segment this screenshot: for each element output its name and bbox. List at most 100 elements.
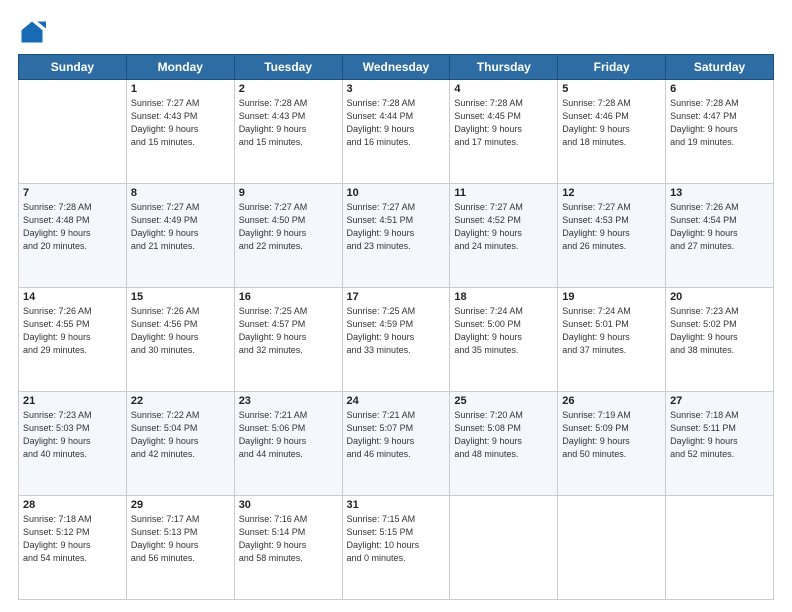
day-number: 20 <box>670 291 769 303</box>
week-row-3: 14 Sunrise: 7:26 AM Sunset: 4:55 PM Dayli… <box>19 288 774 392</box>
day-number: 23 <box>239 395 338 407</box>
day-number: 8 <box>131 187 230 199</box>
day-number: 10 <box>347 187 446 199</box>
day-number: 31 <box>347 499 446 511</box>
day-info: Sunrise: 7:28 AM Sunset: 4:48 PM Dayligh… <box>23 201 122 253</box>
day-info: Sunrise: 7:28 AM Sunset: 4:43 PM Dayligh… <box>239 97 338 149</box>
day-number: 14 <box>23 291 122 303</box>
calendar-cell: 14 Sunrise: 7:26 AM Sunset: 4:55 PM Dayli… <box>19 288 127 392</box>
day-number: 7 <box>23 187 122 199</box>
day-number: 13 <box>670 187 769 199</box>
day-info: Sunrise: 7:26 AM Sunset: 4:56 PM Dayligh… <box>131 305 230 357</box>
col-header-thursday: Thursday <box>450 55 558 80</box>
week-row-5: 28 Sunrise: 7:18 AM Sunset: 5:12 PM Dayli… <box>19 496 774 600</box>
day-number: 2 <box>239 83 338 95</box>
calendar-cell: 3 Sunrise: 7:28 AM Sunset: 4:44 PM Daylig… <box>342 80 450 184</box>
day-number: 16 <box>239 291 338 303</box>
calendar-cell <box>558 496 666 600</box>
day-info: Sunrise: 7:27 AM Sunset: 4:49 PM Dayligh… <box>131 201 230 253</box>
col-header-saturday: Saturday <box>666 55 774 80</box>
calendar-cell: 22 Sunrise: 7:22 AM Sunset: 5:04 PM Dayli… <box>126 392 234 496</box>
day-number: 21 <box>23 395 122 407</box>
day-number: 19 <box>562 291 661 303</box>
day-info: Sunrise: 7:28 AM Sunset: 4:46 PM Dayligh… <box>562 97 661 149</box>
day-info: Sunrise: 7:16 AM Sunset: 5:14 PM Dayligh… <box>239 513 338 565</box>
calendar-cell: 17 Sunrise: 7:25 AM Sunset: 4:59 PM Dayli… <box>342 288 450 392</box>
calendar-cell: 15Sunrise: 7:26 AM Sunset: 4:56 PM Dayli… <box>126 288 234 392</box>
day-number: 27 <box>670 395 769 407</box>
day-info: Sunrise: 7:24 AM Sunset: 5:01 PM Dayligh… <box>562 305 661 357</box>
day-info: Sunrise: 7:25 AM Sunset: 4:57 PM Dayligh… <box>239 305 338 357</box>
day-info: Sunrise: 7:28 AM Sunset: 4:47 PM Dayligh… <box>670 97 769 149</box>
col-header-friday: Friday <box>558 55 666 80</box>
calendar-cell: 11 Sunrise: 7:27 AM Sunset: 4:52 PM Dayli… <box>450 184 558 288</box>
day-number: 3 <box>347 83 446 95</box>
calendar-cell: 8 Sunrise: 7:27 AM Sunset: 4:49 PM Daylig… <box>126 184 234 288</box>
col-header-wednesday: Wednesday <box>342 55 450 80</box>
day-info: Sunrise: 7:27 AM Sunset: 4:50 PM Dayligh… <box>239 201 338 253</box>
calendar-cell: 2 Sunrise: 7:28 AM Sunset: 4:43 PM Daylig… <box>234 80 342 184</box>
day-info: Sunrise: 7:26 AM Sunset: 4:55 PM Dayligh… <box>23 305 122 357</box>
calendar-table: SundayMondayTuesdayWednesdayThursdayFrid… <box>18 54 774 600</box>
calendar-cell: 27 Sunrise: 7:18 AM Sunset: 5:11 PM Dayli… <box>666 392 774 496</box>
day-number: 9 <box>239 187 338 199</box>
day-number: 12 <box>562 187 661 199</box>
day-number: 11 <box>454 187 553 199</box>
day-number: 17 <box>347 291 446 303</box>
day-info: Sunrise: 7:21 AM Sunset: 5:07 PM Dayligh… <box>347 409 446 461</box>
calendar-cell: 29Sunrise: 7:17 AM Sunset: 5:13 PM Dayli… <box>126 496 234 600</box>
page: SundayMondayTuesdayWednesdayThursdayFrid… <box>0 0 792 612</box>
day-info: Sunrise: 7:18 AM Sunset: 5:12 PM Dayligh… <box>23 513 122 565</box>
day-info: Sunrise: 7:20 AM Sunset: 5:08 PM Dayligh… <box>454 409 553 461</box>
calendar-cell: 18Sunrise: 7:24 AM Sunset: 5:00 PM Dayli… <box>450 288 558 392</box>
day-info: Sunrise: 7:22 AM Sunset: 5:04 PM Dayligh… <box>131 409 230 461</box>
calendar-cell: 4 Sunrise: 7:28 AM Sunset: 4:45 PM Daylig… <box>450 80 558 184</box>
day-info: Sunrise: 7:19 AM Sunset: 5:09 PM Dayligh… <box>562 409 661 461</box>
day-number: 22 <box>131 395 230 407</box>
day-info: Sunrise: 7:28 AM Sunset: 4:45 PM Dayligh… <box>454 97 553 149</box>
calendar-cell: 13 Sunrise: 7:26 AM Sunset: 4:54 PM Dayli… <box>666 184 774 288</box>
calendar-cell: 19 Sunrise: 7:24 AM Sunset: 5:01 PM Dayli… <box>558 288 666 392</box>
calendar-cell: 12 Sunrise: 7:27 AM Sunset: 4:53 PM Dayli… <box>558 184 666 288</box>
day-info: Sunrise: 7:27 AM Sunset: 4:43 PM Dayligh… <box>131 97 230 149</box>
calendar-cell: 1Sunrise: 7:27 AM Sunset: 4:43 PM Daylig… <box>126 80 234 184</box>
day-info: Sunrise: 7:27 AM Sunset: 4:53 PM Dayligh… <box>562 201 661 253</box>
day-number: 25 <box>454 395 553 407</box>
day-info: Sunrise: 7:25 AM Sunset: 4:59 PM Dayligh… <box>347 305 446 357</box>
calendar-cell: 26 Sunrise: 7:19 AM Sunset: 5:09 PM Dayli… <box>558 392 666 496</box>
week-row-4: 21 Sunrise: 7:23 AM Sunset: 5:03 PM Dayli… <box>19 392 774 496</box>
col-header-sunday: Sunday <box>19 55 127 80</box>
calendar-cell: 5 Sunrise: 7:28 AM Sunset: 4:46 PM Daylig… <box>558 80 666 184</box>
calendar-cell: 16 Sunrise: 7:25 AM Sunset: 4:57 PM Dayli… <box>234 288 342 392</box>
day-info: Sunrise: 7:17 AM Sunset: 5:13 PM Dayligh… <box>131 513 230 565</box>
day-number: 28 <box>23 499 122 511</box>
day-number: 6 <box>670 83 769 95</box>
day-info: Sunrise: 7:18 AM Sunset: 5:11 PM Dayligh… <box>670 409 769 461</box>
calendar-cell: 7 Sunrise: 7:28 AM Sunset: 4:48 PM Daylig… <box>19 184 127 288</box>
day-info: Sunrise: 7:23 AM Sunset: 5:03 PM Dayligh… <box>23 409 122 461</box>
day-number: 24 <box>347 395 446 407</box>
day-info: Sunrise: 7:15 AM Sunset: 5:15 PM Dayligh… <box>347 513 446 565</box>
calendar-cell: 20 Sunrise: 7:23 AM Sunset: 5:02 PM Dayli… <box>666 288 774 392</box>
calendar-cell <box>19 80 127 184</box>
col-header-tuesday: Tuesday <box>234 55 342 80</box>
day-number: 30 <box>239 499 338 511</box>
header <box>18 18 774 46</box>
day-info: Sunrise: 7:21 AM Sunset: 5:06 PM Dayligh… <box>239 409 338 461</box>
day-number: 26 <box>562 395 661 407</box>
day-info: Sunrise: 7:27 AM Sunset: 4:51 PM Dayligh… <box>347 201 446 253</box>
day-info: Sunrise: 7:27 AM Sunset: 4:52 PM Dayligh… <box>454 201 553 253</box>
calendar-cell <box>450 496 558 600</box>
calendar-cell: 10 Sunrise: 7:27 AM Sunset: 4:51 PM Dayli… <box>342 184 450 288</box>
calendar-cell: 6 Sunrise: 7:28 AM Sunset: 4:47 PM Daylig… <box>666 80 774 184</box>
day-info: Sunrise: 7:23 AM Sunset: 5:02 PM Dayligh… <box>670 305 769 357</box>
day-info: Sunrise: 7:26 AM Sunset: 4:54 PM Dayligh… <box>670 201 769 253</box>
day-info: Sunrise: 7:28 AM Sunset: 4:44 PM Dayligh… <box>347 97 446 149</box>
calendar-cell: 31 Sunrise: 7:15 AM Sunset: 5:15 PM Dayli… <box>342 496 450 600</box>
calendar-cell: 9 Sunrise: 7:27 AM Sunset: 4:50 PM Daylig… <box>234 184 342 288</box>
day-info: Sunrise: 7:24 AM Sunset: 5:00 PM Dayligh… <box>454 305 553 357</box>
day-number: 4 <box>454 83 553 95</box>
week-row-1: 1Sunrise: 7:27 AM Sunset: 4:43 PM Daylig… <box>19 80 774 184</box>
col-header-monday: Monday <box>126 55 234 80</box>
day-number: 5 <box>562 83 661 95</box>
